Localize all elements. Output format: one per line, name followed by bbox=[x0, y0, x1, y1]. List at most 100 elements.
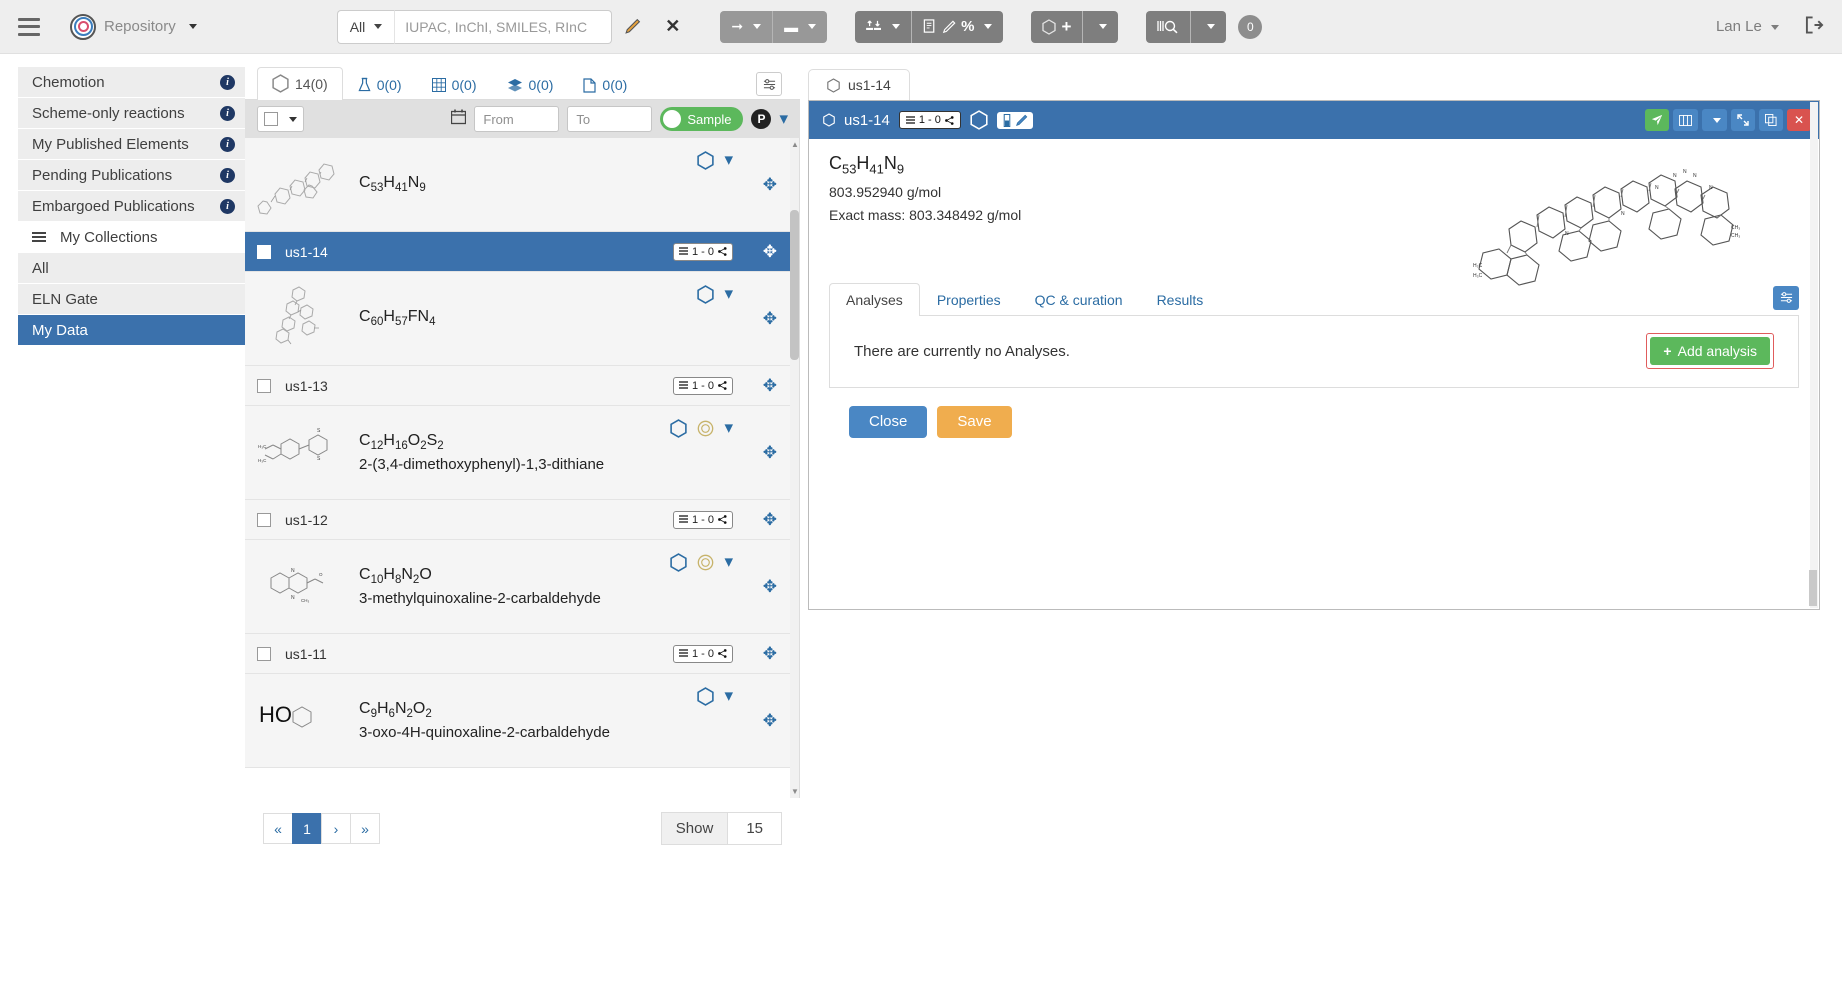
chevron-down-icon[interactable]: ▾ bbox=[724, 284, 733, 304]
row-checkbox[interactable] bbox=[257, 379, 271, 393]
move-icon[interactable]: ✥ bbox=[763, 711, 777, 731]
move-icon[interactable]: ✥ bbox=[763, 242, 777, 262]
tab-screens[interactable]: 0(0) bbox=[492, 70, 569, 100]
hexagon-icon[interactable] bbox=[670, 553, 687, 572]
info-icon[interactable]: i bbox=[220, 168, 235, 183]
hexagon-icon[interactable] bbox=[970, 110, 988, 130]
advanced-search-button[interactable]: ➞ bbox=[720, 11, 773, 43]
move-icon[interactable]: ✥ bbox=[763, 577, 777, 597]
sample-toggle[interactable]: Sample bbox=[660, 107, 743, 131]
tab-reactions[interactable]: 0(0) bbox=[343, 70, 417, 100]
page-first-button[interactable]: « bbox=[263, 813, 293, 844]
date-to-input[interactable] bbox=[567, 106, 652, 132]
list-item[interactable]: N N O CH₃ C10H8N2O 3-methylquinoxaline-2… bbox=[245, 540, 799, 634]
logout-icon[interactable] bbox=[1805, 16, 1824, 38]
search-input[interactable] bbox=[394, 10, 612, 44]
report-button[interactable]: % bbox=[912, 11, 1003, 43]
split-view-dropdown[interactable] bbox=[1702, 109, 1727, 131]
sidebar-item-chemotion[interactable]: Chemotion i bbox=[18, 67, 245, 97]
publication-filter-button[interactable]: P bbox=[751, 109, 771, 129]
move-icon[interactable]: ✥ bbox=[763, 644, 777, 664]
sidebar-item-embargoed-publications[interactable]: Embargoed Publications i bbox=[18, 191, 245, 221]
chevron-down-icon[interactable]: ▾ bbox=[724, 418, 733, 438]
date-from-input[interactable] bbox=[474, 106, 559, 132]
edit-sample-button[interactable] bbox=[997, 112, 1033, 129]
circle-icon[interactable] bbox=[697, 420, 714, 437]
move-icon[interactable]: ✥ bbox=[763, 175, 777, 195]
page-size-value[interactable]: 15 bbox=[728, 812, 782, 845]
move-icon[interactable]: ✥ bbox=[763, 443, 777, 463]
chevron-down-icon[interactable]: ▾ bbox=[724, 150, 733, 170]
sidebar-item-my-data[interactable]: My Data bbox=[18, 315, 245, 345]
search-clear-button[interactable]: ✕ bbox=[653, 16, 692, 37]
hexagon-icon[interactable] bbox=[697, 151, 714, 170]
add-analysis-button[interactable]: + Add analysis bbox=[1650, 337, 1770, 365]
barcode-search-icon[interactable] bbox=[1146, 11, 1191, 43]
sidebar-item-eln-gate[interactable]: ELN Gate bbox=[18, 284, 245, 314]
move-icon[interactable]: ✥ bbox=[763, 309, 777, 329]
tab-samples[interactable]: 14(0) bbox=[257, 67, 343, 100]
calendar-icon[interactable] bbox=[451, 109, 466, 129]
list-item-sample-us1-12[interactable]: us1-12 1 - 0 ✥ bbox=[245, 500, 799, 540]
select-all-dropdown[interactable] bbox=[257, 106, 304, 132]
chevron-down-icon[interactable]: ▾ bbox=[724, 552, 733, 572]
list-item-sample-us1-11[interactable]: us1-11 1 - 0 ✥ bbox=[245, 634, 799, 674]
list-item[interactable]: HO C9H6N2O2 3-oxo-4H-quinoxaline-2-carba… bbox=[245, 674, 799, 768]
expand-button[interactable] bbox=[1731, 109, 1755, 131]
import-export-button[interactable] bbox=[855, 11, 912, 43]
user-menu[interactable]: Lan Le bbox=[1716, 18, 1779, 35]
row-checkbox[interactable] bbox=[257, 647, 271, 661]
close-detail-button[interactable]: ✕ bbox=[1787, 109, 1811, 131]
sliders-icon[interactable] bbox=[756, 72, 782, 96]
page-1-button[interactable]: 1 bbox=[292, 813, 322, 844]
list-item[interactable]: C60H57FN4 ▾ ✥ bbox=[245, 272, 799, 366]
page-next-button[interactable]: › bbox=[321, 813, 351, 844]
chevron-down-icon[interactable]: ▾ bbox=[724, 686, 733, 706]
info-icon[interactable]: i bbox=[220, 137, 235, 152]
brand-repository-dropdown[interactable]: Repository bbox=[70, 14, 197, 40]
scroll-down-arrow[interactable]: ▼ bbox=[791, 787, 799, 796]
list-item[interactable]: C53H41N9 ▾ ✥ bbox=[245, 138, 799, 232]
list-scrollbar[interactable]: ▲ ▼ bbox=[790, 138, 799, 798]
sidebar-item-all[interactable]: All bbox=[18, 253, 245, 283]
publish-button[interactable] bbox=[1645, 109, 1669, 131]
move-icon[interactable]: ✥ bbox=[763, 376, 777, 396]
search-scope-dropdown[interactable]: All bbox=[337, 10, 395, 44]
page-last-button[interactable]: » bbox=[350, 813, 380, 844]
hamburger-menu-icon[interactable] bbox=[18, 18, 40, 36]
tab-wellplates[interactable]: 0(0) bbox=[417, 70, 492, 100]
hexagon-icon[interactable] bbox=[697, 285, 714, 304]
hexagon-icon[interactable] bbox=[697, 687, 714, 706]
cart-badge[interactable]: 0 bbox=[1238, 15, 1262, 39]
info-icon[interactable]: i bbox=[220, 199, 235, 214]
scan-dropdown[interactable] bbox=[1191, 11, 1226, 43]
tab-analyses[interactable]: Analyses bbox=[829, 283, 920, 316]
list-item-sample-us1-14[interactable]: us1-14 1 - 0 ✥ bbox=[245, 232, 799, 272]
sidebar-item-scheme-only-reactions[interactable]: Scheme-only reactions i bbox=[18, 98, 245, 128]
detail-scrollbar[interactable] bbox=[1810, 102, 1818, 608]
tab-results[interactable]: Results bbox=[1140, 283, 1221, 316]
tab-research-plans[interactable]: 0(0) bbox=[568, 70, 642, 100]
info-icon[interactable]: i bbox=[220, 106, 235, 121]
circle-icon[interactable] bbox=[697, 554, 714, 571]
tab-qc-curation[interactable]: QC & curation bbox=[1018, 283, 1140, 316]
tab-properties[interactable]: Properties bbox=[920, 283, 1018, 316]
info-icon[interactable]: i bbox=[220, 75, 235, 90]
move-icon[interactable]: ✥ bbox=[763, 510, 777, 530]
collection-select-button[interactable]: ▬ bbox=[773, 11, 827, 43]
split-view-button[interactable] bbox=[1673, 109, 1698, 131]
chevron-down-icon[interactable]: ▾ bbox=[779, 109, 788, 129]
row-checkbox[interactable] bbox=[257, 513, 271, 527]
detail-tab-us1-14[interactable]: us1-14 bbox=[808, 69, 910, 100]
list-item[interactable]: S S H₃C H₃C C12H16O2S2 2-(3,4-dimethoxyp… bbox=[245, 406, 799, 500]
save-button[interactable]: Save bbox=[937, 406, 1011, 438]
create-sample-button[interactable]: + bbox=[1031, 11, 1083, 43]
detail-scrollbar-thumb[interactable] bbox=[1809, 570, 1817, 606]
sidebar-my-collections-header[interactable]: My Collections bbox=[18, 222, 245, 252]
copy-button[interactable] bbox=[1759, 109, 1783, 131]
list-item-sample-us1-13[interactable]: us1-13 1 - 0 ✥ bbox=[245, 366, 799, 406]
select-all-checkbox[interactable] bbox=[264, 112, 278, 126]
sidebar-item-pending-publications[interactable]: Pending Publications i bbox=[18, 160, 245, 190]
close-button[interactable]: Close bbox=[849, 406, 927, 438]
hexagon-icon[interactable] bbox=[670, 419, 687, 438]
